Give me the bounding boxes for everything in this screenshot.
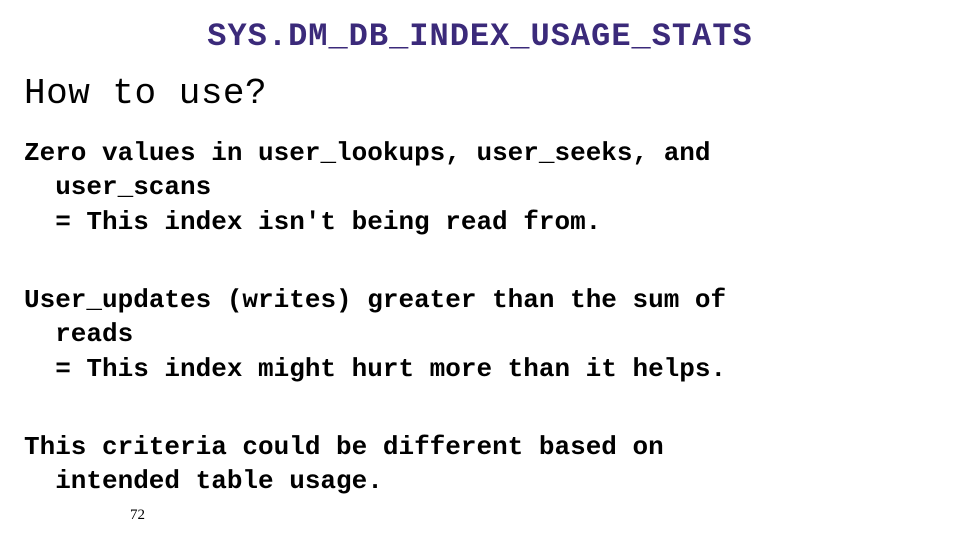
paragraph-1-line-2: user_scans	[24, 170, 936, 204]
slide: SYS.DM_DB_INDEX_USAGE_STATS How to use? …	[0, 0, 960, 540]
paragraph-3-line-1: This criteria could be different based o…	[24, 432, 664, 462]
paragraph-1-line-1: Zero values in user_lookups, user_seeks,…	[24, 138, 711, 168]
paragraph-1: Zero values in user_lookups, user_seeks,…	[24, 136, 936, 239]
slide-body: Zero values in user_lookups, user_seeks,…	[24, 136, 936, 499]
paragraph-2-line-2: reads	[24, 317, 936, 351]
paragraph-2-line-3: = This index might hurt more than it hel…	[24, 352, 936, 386]
paragraph-2: User_updates (writes) greater than the s…	[24, 283, 936, 386]
slide-title: SYS.DM_DB_INDEX_USAGE_STATS	[24, 18, 936, 55]
page-number: 72	[130, 507, 145, 524]
paragraph-3: This criteria could be different based o…	[24, 430, 936, 499]
paragraph-1-line-3: = This index isn't being read from.	[24, 205, 936, 239]
paragraph-3-line-2: intended table usage.	[24, 464, 936, 498]
paragraph-2-line-1: User_updates (writes) greater than the s…	[24, 285, 726, 315]
slide-subheading: How to use?	[24, 73, 936, 114]
